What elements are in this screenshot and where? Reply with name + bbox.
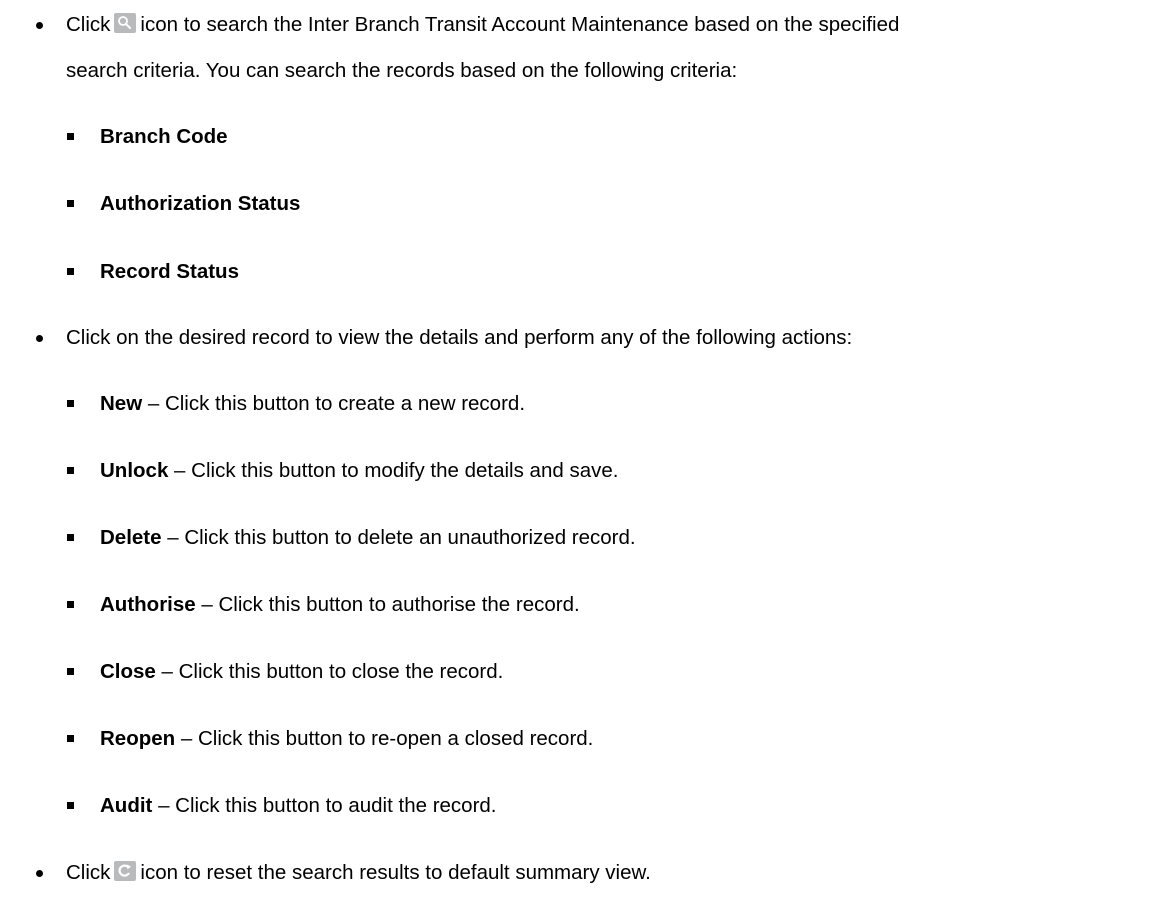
list-item: Unlock – Click this button to modify the… xyxy=(100,458,618,484)
paragraph-line: Click on the desired record to view the … xyxy=(66,325,852,351)
list-item: Authorization Status xyxy=(100,191,300,217)
list-desc: – Click this button to modify the detail… xyxy=(168,459,619,482)
list-desc: – Click this button to create a new reco… xyxy=(142,392,526,415)
list-item: Delete – Click this button to delete an … xyxy=(100,525,636,551)
list-term: Close xyxy=(100,660,156,683)
text-segment: Click on the desired record to view the … xyxy=(66,326,853,349)
list-item: Reopen – Click this button to re-open a … xyxy=(100,726,593,752)
text-segment: Click xyxy=(66,861,111,884)
list-term: Unlock xyxy=(100,459,169,482)
list-item: Authorise – Click this button to authori… xyxy=(100,592,580,618)
bullet-square xyxy=(67,268,74,275)
paragraph-line: Click icon to reset the search results to… xyxy=(66,860,651,886)
list-term: Authorization Status xyxy=(100,192,301,215)
list-term: Branch Code xyxy=(100,125,228,148)
bullet-square xyxy=(67,735,74,742)
paragraph-line: search criteria. You can search the reco… xyxy=(66,58,737,84)
bullet-disc xyxy=(36,335,43,342)
list-item: Close – Click this button to close the r… xyxy=(100,659,503,685)
bullet-square xyxy=(67,133,74,140)
list-desc: – Click this button to authorise the rec… xyxy=(195,593,580,616)
bullet-disc xyxy=(36,870,43,877)
list-term: Audit xyxy=(100,794,153,817)
list-term: Reopen xyxy=(100,727,176,750)
search-icon xyxy=(114,13,137,33)
bullet-square xyxy=(67,668,74,675)
list-item: Record Status xyxy=(100,259,239,285)
text-segment: icon to reset the search results to defa… xyxy=(140,861,651,884)
bullet-square xyxy=(67,601,74,608)
refresh-icon xyxy=(114,861,137,881)
list-desc: – Click this button to delete an unautho… xyxy=(161,526,636,549)
text-segment: Click xyxy=(66,13,111,36)
bullet-disc xyxy=(36,22,43,29)
bullet-square xyxy=(67,467,74,474)
bullet-square xyxy=(67,802,74,809)
list-term: Record Status xyxy=(100,260,239,283)
list-desc: – Click this button to audit the record. xyxy=(152,794,497,817)
bullet-square xyxy=(67,200,74,207)
list-item: Audit – Click this button to audit the r… xyxy=(100,793,497,819)
bullet-square xyxy=(67,400,74,407)
text-segment: icon to search the Inter Branch Transit … xyxy=(140,13,900,36)
list-desc: – Click this button to re-open a closed … xyxy=(175,727,594,750)
list-term: Authorise xyxy=(100,593,196,616)
list-desc: – Click this button to close the record. xyxy=(155,660,504,683)
list-term: New xyxy=(100,392,143,415)
list-term: Delete xyxy=(100,526,162,549)
list-item: New – Click this button to create a new … xyxy=(100,391,525,417)
paragraph-line: Click icon to search the Inter Branch Tra… xyxy=(66,12,899,38)
text-segment: search criteria. You can search the reco… xyxy=(66,59,738,82)
list-item: Branch Code xyxy=(100,124,228,150)
bullet-square xyxy=(67,534,74,541)
